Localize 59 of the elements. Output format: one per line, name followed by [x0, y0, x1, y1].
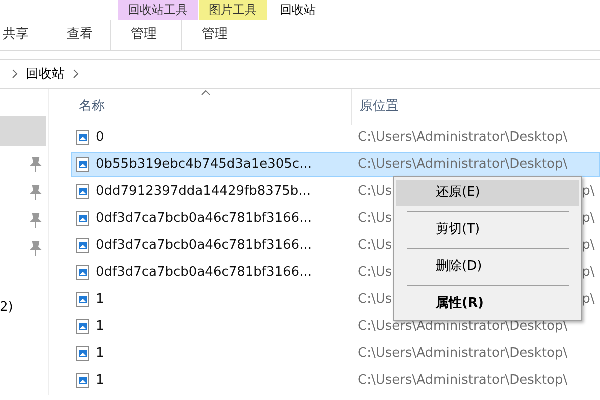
- image-file-icon: [76, 156, 90, 172]
- image-file-icon: [76, 210, 90, 226]
- file-name: 1: [95, 319, 106, 334]
- file-location: p\: [582, 238, 595, 253]
- file-name: 0df3d7ca7bcb0a46c781bf3166...: [95, 211, 313, 226]
- image-file-icon: [76, 130, 90, 146]
- file-name: 1: [95, 346, 106, 361]
- image-file-icon: [76, 184, 90, 200]
- menu-item[interactable]: 属性(R): [396, 291, 579, 317]
- selected-row[interactable]: 0b55b319ebc4b745d3a1e305c... C:\Users\Administrator\Desktop\: [71, 152, 600, 177]
- context-tab[interactable]: 回收站工具: [118, 0, 198, 20]
- chevron-icon: [73, 69, 79, 79]
- nav-item[interactable]: 2): [0, 300, 14, 315]
- file-name: 0b55b319ebc4b745d3a1e305c...: [95, 157, 313, 172]
- column-header[interactable]: 原位置: [352, 89, 560, 125]
- pin-icon: [30, 240, 42, 258]
- ribbon-tab[interactable]: 管理: [181, 20, 252, 50]
- menu-item[interactable]: 还原(E): [396, 180, 579, 206]
- file-location: p\: [582, 211, 595, 226]
- menu-item[interactable]: 删除(D): [396, 254, 579, 280]
- file-name: 0dd7912397dda14429fb8375b...: [95, 184, 312, 199]
- ribbon-tab[interactable]: 共享: [0, 20, 46, 50]
- file-location: p\: [582, 184, 595, 199]
- file-location: C:\Users\Administrator\Desktop\: [358, 373, 568, 388]
- image-file-icon: [76, 372, 90, 388]
- image-file-icon: [76, 292, 90, 308]
- context-tab[interactable]: 图片工具: [199, 0, 267, 20]
- file-location: C:\Us: [358, 238, 392, 253]
- file-name: 1: [95, 292, 106, 307]
- nav-item-highlight[interactable]: [0, 116, 46, 146]
- image-file-icon: [76, 318, 90, 334]
- chevron-icon: [12, 69, 18, 79]
- file-location: C:\Users\Administrator\Desktop\: [358, 346, 568, 361]
- file-location: p\: [582, 265, 595, 280]
- file-name: 0: [95, 130, 106, 145]
- file-location: p\: [582, 292, 595, 307]
- file-location: C:\Users\Administrator\Desktop\: [358, 319, 568, 334]
- file-name: 1: [95, 373, 106, 388]
- file-location: C:\Us: [358, 265, 392, 280]
- ribbon-tab[interactable]: 查看: [64, 20, 110, 50]
- file-location: C:\Users\Administrator\Desktop\: [358, 130, 568, 145]
- pin-icon: [30, 184, 42, 202]
- ribbon-tab[interactable]: 管理: [110, 20, 181, 50]
- column-header[interactable]: 名称: [71, 89, 352, 125]
- sort-caret-icon: [201, 90, 211, 96]
- file-location: C:\Users\Administrator\Desktop\: [358, 157, 568, 172]
- menu-item[interactable]: 剪切(T): [396, 217, 579, 243]
- file-location: C:\Us: [358, 184, 392, 199]
- file-location: C:\Us: [358, 292, 392, 307]
- image-file-icon: [76, 238, 90, 254]
- file-name: 0df3d7ca7bcb0a46c781bf3166...: [95, 238, 313, 253]
- pin-icon: [30, 212, 42, 230]
- file-name: 0df3d7ca7bcb0a46c781bf3166...: [95, 265, 313, 280]
- window-title: 回收站: [279, 2, 317, 19]
- image-file-icon: [76, 264, 90, 280]
- file-location: C:\Us: [358, 211, 392, 226]
- pin-icon: [30, 156, 42, 174]
- image-file-icon: [76, 346, 90, 362]
- breadcrumb-item[interactable]: 回收站: [26, 65, 65, 83]
